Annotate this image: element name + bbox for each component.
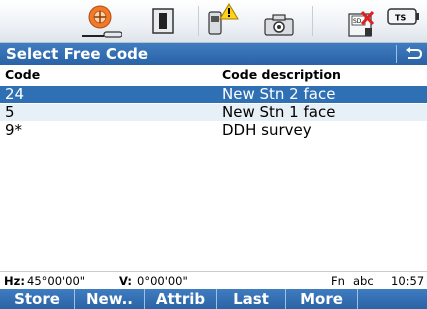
fn-indicator: Fn — [331, 274, 345, 288]
status-bar: Hz: 45°00'00" V: 0°00'00" Fn abc 10:57 — [0, 271, 427, 289]
table-row[interactable]: 5 New Stn 1 face — [0, 103, 427, 121]
column-header-description[interactable]: Code description — [222, 67, 341, 82]
table-header: Code Code description — [0, 66, 427, 83]
v-value: 0°00'00" — [137, 274, 188, 288]
page-title: Select Free Code — [6, 45, 149, 63]
row-code: 9* — [5, 121, 23, 139]
row-code: 24 — [5, 85, 25, 103]
back-arrow-icon — [406, 47, 423, 59]
table-row[interactable]: 9* DDH survey — [0, 121, 427, 139]
camera-icon[interactable] — [264, 14, 294, 36]
instrument-warning-icon[interactable] — [207, 2, 241, 38]
back-button[interactable] — [396, 45, 427, 63]
prism-icon[interactable] — [82, 2, 123, 40]
topbar-divider — [312, 6, 313, 36]
softkey-bar: Store New.. Attrib Last More — [0, 289, 427, 309]
ts-battery-icon: TS — [387, 8, 419, 26]
row-description: New Stn 2 face — [222, 85, 336, 103]
more-softkey[interactable]: More — [286, 289, 358, 309]
row-code: 5 — [5, 103, 15, 121]
top-icon-bar: SD TS — [0, 0, 427, 43]
input-mode-icon[interactable] — [152, 8, 174, 34]
column-header-code[interactable]: Code — [5, 67, 40, 82]
svg-text:SD: SD — [353, 18, 362, 25]
attrib-softkey[interactable]: Attrib — [145, 289, 217, 309]
row-description: DDH survey — [222, 121, 312, 139]
title-bar: Select Free Code — [0, 43, 427, 65]
last-softkey[interactable]: Last — [217, 289, 286, 309]
store-softkey[interactable]: Store — [0, 289, 75, 309]
v-label: V: — [119, 274, 132, 288]
table-row[interactable]: 24 New Stn 2 face — [0, 85, 427, 103]
row-description: New Stn 1 face — [222, 103, 336, 121]
hz-label: Hz: — [4, 274, 25, 288]
new-softkey[interactable]: New.. — [75, 289, 145, 309]
svg-text:TS: TS — [395, 14, 406, 23]
clock: 10:57 — [391, 274, 425, 288]
topbar-divider — [198, 6, 199, 36]
hz-value: 45°00'00" — [27, 274, 86, 288]
sd-card-icon[interactable]: SD — [347, 4, 377, 38]
input-mode-indicator: abc — [353, 274, 374, 288]
